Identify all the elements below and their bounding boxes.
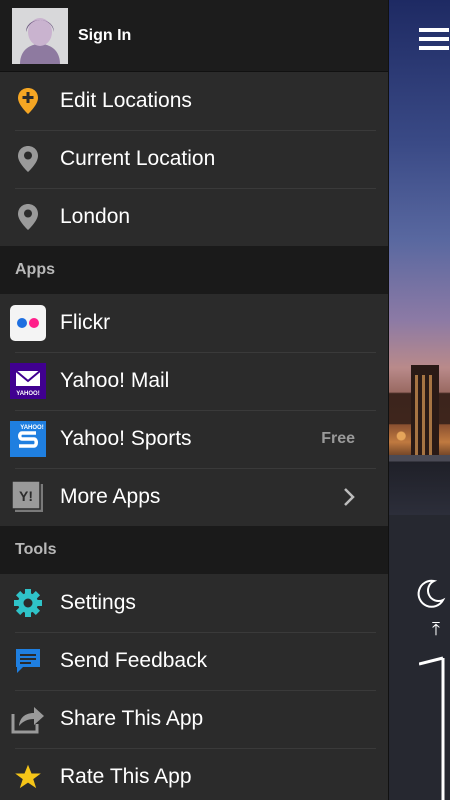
free-badge: Free [321,430,355,447]
menu-item-label: Yahoo! Mail [60,369,170,392]
menu-item-more-apps[interactable]: Y! More Apps [0,468,388,526]
section-header-apps: Apps [0,246,388,294]
moon-icon [417,579,446,608]
drawer-header[interactable]: Sign In [0,0,388,72]
menu-item-edit-locations[interactable]: Edit Locations [0,72,388,130]
share-icon [10,701,46,737]
menu-item-share-app[interactable]: Share This App [0,690,388,748]
menu-item-label: Settings [60,591,136,614]
menu-item-yahoo-sports[interactable]: YAHOO! Yahoo! Sports Free [0,410,388,468]
menu-item-current-location[interactable]: Current Location [0,130,388,188]
menu-item-label: Share This App [60,707,204,730]
menu-item-rate-app[interactable]: Rate This App [0,748,388,800]
menu-item-settings[interactable]: Settings [0,574,388,632]
sign-in-link[interactable]: Sign In [78,27,131,45]
avatar [12,7,68,64]
menu-item-label: Send Feedback [60,649,208,672]
clock-hand [419,656,445,800]
yahoo-mail-icon: YAHOO! [10,363,46,399]
svg-text:YAHOO!: YAHOO! [16,391,39,397]
menu-item-label: Edit Locations [60,89,192,112]
menu-item-label: Yahoo! Sports [60,427,192,450]
svg-text:YAHOO!: YAHOO! [20,425,43,431]
svg-text:Y!: Y! [19,488,33,504]
menu-item-label: Current Location [60,147,216,170]
pin-icon [10,199,46,235]
menu-item-send-feedback[interactable]: Send Feedback [0,632,388,690]
menu-item-label: Rate This App [60,765,192,788]
star-icon [10,759,46,795]
pin-plus-icon [10,83,46,119]
menu-item-label: London [60,205,131,228]
navigation-drawer: Sign In Edit Locations Current Location [0,0,389,800]
section-header-tools: Tools [0,526,388,574]
gear-icon [10,585,46,621]
wind-arrow-icon: ⤒ [432,619,440,639]
chevron-right-icon [344,488,355,506]
feedback-icon [10,643,46,679]
yahoo-sports-icon: YAHOO! [10,421,46,457]
menu-item-yahoo-mail[interactable]: YAHOO! Yahoo! Mail [0,352,388,410]
yahoo-more-apps-icon: Y! [10,479,46,515]
pin-icon [10,141,46,177]
menu-item-label: More Apps [60,485,161,508]
bridge [389,455,450,515]
menu-item-london[interactable]: London [0,188,388,246]
menu-item-flickr[interactable]: Flickr [0,294,388,352]
menu-item-label: Flickr [60,311,111,334]
hamburger-menu-icon[interactable] [419,28,449,54]
flickr-icon [10,305,46,341]
